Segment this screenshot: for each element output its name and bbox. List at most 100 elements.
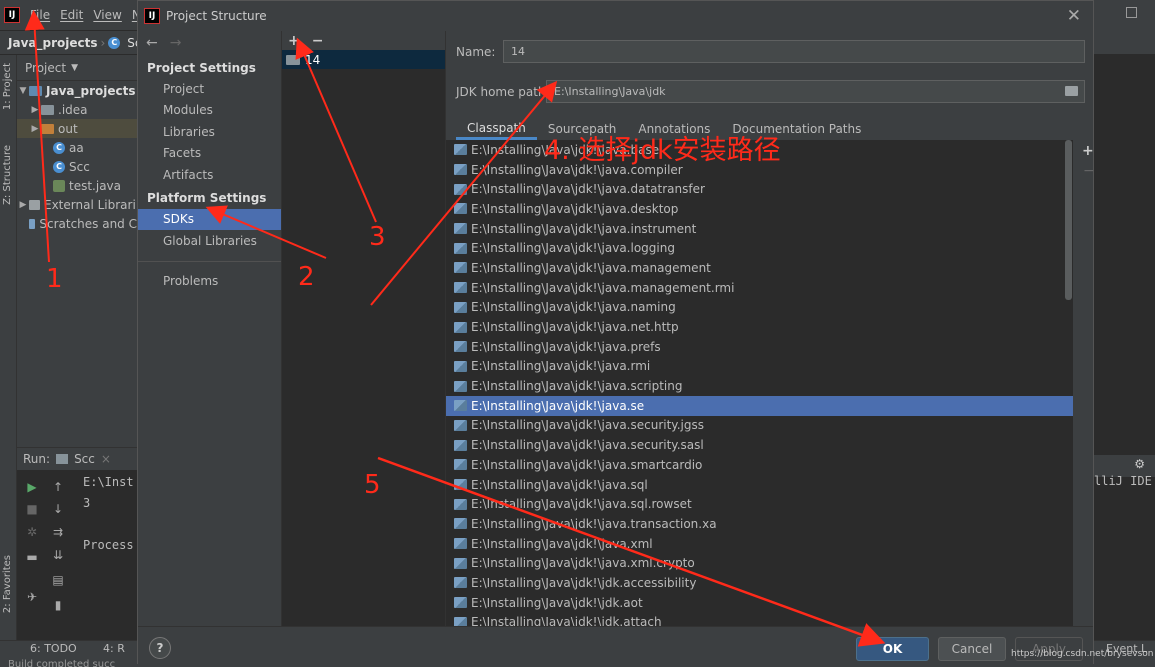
- sidebar-item-libraries[interactable]: Libraries: [138, 121, 281, 143]
- list-item[interactable]: E:\Installing\Java\jdk!\java.rmi: [446, 357, 1073, 377]
- tree-item[interactable]: test.java: [17, 176, 137, 195]
- close-icon[interactable]: ✕: [1067, 6, 1081, 26]
- classpath-scrollbar[interactable]: [1065, 140, 1072, 300]
- scroll-end-icon[interactable]: ⇊: [51, 548, 65, 562]
- list-item[interactable]: E:\Installing\Java\jdk!\java.management: [446, 258, 1073, 278]
- list-item[interactable]: E:\Installing\Java\jdk!\java.transaction…: [446, 514, 1073, 534]
- back-arrow-icon[interactable]: ←: [146, 35, 158, 51]
- sdk-list-toolbar: + −: [282, 31, 445, 50]
- run-tab-scc[interactable]: Scc: [74, 452, 95, 466]
- sidebar-item-modules[interactable]: Modules: [138, 100, 281, 122]
- tree-item[interactable]: C aa: [17, 138, 137, 157]
- print-icon[interactable]: ▤: [51, 573, 65, 587]
- browse-folder-icon[interactable]: [1065, 86, 1078, 96]
- delete-icon[interactable]: ▮: [51, 598, 65, 612]
- help-button[interactable]: ?: [149, 637, 171, 659]
- tree-item[interactable]: C Scc: [17, 157, 137, 176]
- sdk-list-item[interactable]: 14: [282, 50, 445, 69]
- add-path-icon[interactable]: +: [1082, 143, 1094, 159]
- tab-classpath[interactable]: Classpath: [456, 118, 537, 140]
- tree-item[interactable]: ▶ .idea: [17, 100, 137, 119]
- tree-item-label: out: [58, 121, 78, 136]
- debug-icon[interactable]: ✲: [25, 525, 39, 539]
- breadcrumb-project[interactable]: Java_projects: [8, 36, 97, 50]
- bottom-tab-todo[interactable]: 6: TODO: [30, 642, 77, 655]
- list-item[interactable]: E:\Installing\Java\jdk!\java.instrument: [446, 219, 1073, 239]
- list-item[interactable]: E:\Installing\Java\jdk!\jdk.aot: [446, 593, 1073, 613]
- forward-arrow-icon[interactable]: →: [170, 35, 182, 51]
- list-item[interactable]: E:\Installing\Java\jdk!\java.smartcardio: [446, 455, 1073, 475]
- chevron-down-icon: ▼: [71, 62, 78, 73]
- bottom-tab-run[interactable]: 4: R: [103, 642, 125, 655]
- ide-right-toolbar: [1094, 30, 1155, 54]
- ok-button[interactable]: OK: [856, 637, 929, 661]
- list-item[interactable]: E:\Installing\Java\jdk!\java.sql: [446, 475, 1073, 495]
- list-item[interactable]: E:\Installing\Java\jdk!\java.desktop: [446, 199, 1073, 219]
- expand-arrow-icon[interactable]: ▼: [17, 86, 29, 96]
- list-item-label: E:\Installing\Java\jdk!\jdk.accessibilit…: [471, 575, 697, 590]
- layout-icon[interactable]: ▬: [25, 550, 39, 564]
- jdk-home-path-field[interactable]: E:\Installing\Java\jdk: [546, 80, 1085, 103]
- java-file-icon: [53, 179, 65, 192]
- list-item[interactable]: E:\Installing\Java\jdk!\java.net.http: [446, 317, 1073, 337]
- menu-view[interactable]: View: [93, 8, 121, 22]
- list-item[interactable]: E:\Installing\Java\jdk!\java.scripting: [446, 376, 1073, 396]
- collapse-arrow-icon[interactable]: ▶: [17, 200, 29, 210]
- list-item-label: E:\Installing\Java\jdk!\java.naming: [471, 300, 676, 315]
- list-item[interactable]: E:\Installing\Java\jdk!\java.security.jg…: [446, 416, 1073, 436]
- library-jar-icon: [454, 518, 467, 530]
- list-item-label: E:\Installing\Java\jdk!\java.xml.crypto: [471, 556, 695, 571]
- pin-icon[interactable]: ✈: [25, 590, 39, 604]
- list-item[interactable]: E:\Installing\Java\jdk!\jdk.accessibilit…: [446, 573, 1073, 593]
- tree-item[interactable]: Scratches and C: [17, 214, 137, 233]
- sidebar-item-problems[interactable]: Problems: [138, 271, 281, 293]
- tool-tab-structure[interactable]: Z: Structure: [2, 145, 13, 205]
- sidebar-item-sdks[interactable]: SDKs: [138, 208, 281, 230]
- sidebar-item-artifacts[interactable]: Artifacts: [138, 164, 281, 186]
- settings-gear-icon[interactable]: ⚙: [1134, 457, 1145, 471]
- tree-item-label: aa: [69, 140, 84, 155]
- remove-path-icon[interactable]: −: [1083, 163, 1095, 179]
- list-item[interactable]: E:\Installing\Java\jdk!\jdk.attach: [446, 613, 1073, 626]
- tree-item[interactable]: ▶ External Librari: [17, 195, 137, 214]
- tree-item[interactable]: ▶ out: [17, 119, 137, 138]
- cancel-button[interactable]: Cancel: [938, 637, 1006, 661]
- collapse-arrow-icon[interactable]: ▶: [29, 124, 41, 134]
- sidebar-item-project[interactable]: Project: [138, 78, 281, 100]
- down-arrow-icon[interactable]: ↓: [51, 502, 65, 516]
- list-item[interactable]: E:\Installing\Java\jdk!\java.logging: [446, 238, 1073, 258]
- console-icon: [56, 454, 69, 464]
- collapse-arrow-icon[interactable]: ▶: [29, 105, 41, 115]
- library-jar-icon: [454, 479, 467, 491]
- tool-tab-favorites[interactable]: 2: Favorites: [2, 555, 13, 613]
- menu-edit[interactable]: Edit: [60, 8, 83, 22]
- name-field[interactable]: 14: [503, 40, 1085, 63]
- dialog-title: Project Structure: [166, 9, 267, 23]
- rerun-icon[interactable]: ▶: [25, 480, 39, 494]
- sidebar-item-global-libraries[interactable]: Global Libraries: [138, 230, 281, 252]
- list-item[interactable]: E:\Installing\Java\jdk!\java.datatransfe…: [446, 179, 1073, 199]
- close-icon[interactable]: ×: [101, 452, 111, 466]
- sidebar-item-facets[interactable]: Facets: [138, 143, 281, 165]
- tool-tab-project[interactable]: 1: Project: [2, 63, 13, 110]
- breadcrumb-class[interactable]: C Scc: [108, 36, 137, 50]
- list-item[interactable]: E:\Installing\Java\jdk!\java.prefs: [446, 337, 1073, 357]
- restore-window-icon[interactable]: [1126, 7, 1137, 18]
- menu-file[interactable]: File: [30, 8, 50, 22]
- list-item[interactable]: E:\Installing\Java\jdk!\java.sql.rowset: [446, 494, 1073, 514]
- list-item[interactable]: E:\Installing\Java\jdk!\java.xml: [446, 534, 1073, 554]
- list-item[interactable]: E:\Installing\Java\jdk!\java.xml.crypto: [446, 553, 1073, 573]
- add-sdk-icon[interactable]: +: [288, 33, 300, 49]
- tree-item[interactable]: ▼ Java_projects: [17, 81, 137, 100]
- soft-wrap-icon[interactable]: ⇉: [51, 525, 65, 539]
- stop-icon[interactable]: ■: [25, 502, 39, 516]
- remove-sdk-icon[interactable]: −: [312, 33, 324, 49]
- list-item[interactable]: E:\Installing\Java\jdk!\java.naming: [446, 298, 1073, 318]
- project-panel-header[interactable]: Project ▼: [17, 55, 137, 81]
- up-arrow-icon[interactable]: ↑: [51, 480, 65, 494]
- console-right-text: lliJ IDE: [1094, 474, 1152, 488]
- list-item[interactable]: E:\Installing\Java\jdk!\java.management.…: [446, 278, 1073, 298]
- list-item[interactable]: E:\Installing\Java\jdk!\java.security.sa…: [446, 435, 1073, 455]
- list-item[interactable]: E:\Installing\Java\jdk!\java.se: [446, 395, 1073, 416]
- class-icon: C: [53, 160, 65, 173]
